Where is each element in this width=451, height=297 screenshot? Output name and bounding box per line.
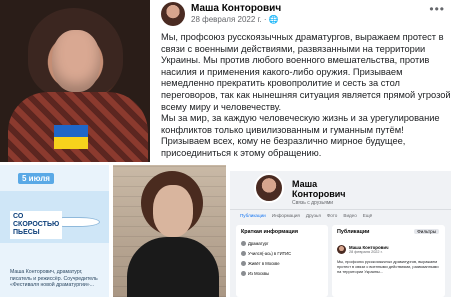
facebook-profile: Маша Конторович Связь с друзьями Публика… xyxy=(230,165,451,297)
post-meta[interactable]: 28 февраля 2022 г. · 🌐 xyxy=(191,15,279,24)
profile-name-line: Маша xyxy=(292,179,318,189)
card-title: СО СКОРОСТЬЮ ПЬЕСЫ xyxy=(10,211,63,239)
tab-videos[interactable]: Видео xyxy=(343,213,356,218)
briefcase-icon xyxy=(241,241,246,246)
ellipsis-icon[interactable]: ••• xyxy=(429,2,445,16)
photo-face xyxy=(52,30,100,92)
post-author[interactable]: Маша Конторович xyxy=(191,3,281,14)
avatar[interactable] xyxy=(161,2,185,26)
posts-title: Публикации xyxy=(337,229,370,235)
education-icon xyxy=(241,251,246,256)
card-title-line: СКОРОСТЬЮ xyxy=(13,221,60,228)
post-body: Мы, профсоюз русскоязычных драматургов, … xyxy=(161,32,451,160)
home-icon xyxy=(241,261,246,266)
flag-yellow-stripe xyxy=(54,137,88,149)
profile-tabs: Публикации Информация Друзья Фото Видео … xyxy=(240,213,372,218)
divider xyxy=(230,209,451,210)
filters-button[interactable]: Фильтры xyxy=(414,229,439,234)
tab-photos[interactable]: Фото xyxy=(327,213,338,218)
event-date-badge: 5 июля xyxy=(18,173,54,184)
rocket-icon xyxy=(58,217,100,227)
intro-title: Краткая информация xyxy=(241,229,298,235)
profile-topbar xyxy=(230,165,451,171)
posts-panel: Публикации Фильтры Маша Конторович 28 фе… xyxy=(332,225,445,297)
intro-row: Драматург xyxy=(241,241,268,246)
post-text: Мы, профсоюз русскоязычных драматургов, … xyxy=(337,259,439,274)
intro-row: Живёт в Москве xyxy=(241,261,280,266)
intro-row: Из Москвы xyxy=(241,271,269,276)
photo-body xyxy=(127,237,219,297)
flag-blue-stripe xyxy=(54,125,88,137)
tab-posts[interactable]: Публикации xyxy=(240,213,266,218)
portrait-photo xyxy=(113,165,226,297)
tab-friends[interactable]: Друзья xyxy=(306,213,321,218)
profile-avatar[interactable] xyxy=(254,173,284,203)
post-date[interactable]: 28 февраля 2022 г. · xyxy=(191,15,269,24)
photo-face xyxy=(153,185,193,237)
tab-info[interactable]: Информация xyxy=(272,213,300,218)
post-paragraph: Мы за мир, за каждую человеческую жизнь … xyxy=(161,113,440,158)
intro-row-text: Живёт в Москве xyxy=(248,261,280,266)
intro-panel: Краткая информация Драматург Учился(-ась… xyxy=(236,225,328,297)
intro-row-text: Драматург xyxy=(248,241,269,246)
intro-row: Учился(-ась) в ГИТИС xyxy=(241,251,291,256)
post-paragraph: Мы, профсоюз русскоязычных драматургов, … xyxy=(161,32,451,112)
profile-name[interactable]: Маша Конторович xyxy=(292,179,346,199)
ukraine-flag-icon xyxy=(54,125,88,149)
event-card[interactable]: 5 июля СО СКОРОСТЬЮ ПЬЕСЫ Маша Конторови… xyxy=(0,165,109,297)
tab-more[interactable]: Ещё xyxy=(363,213,372,218)
intro-row-text: Из Москвы xyxy=(248,271,270,276)
globe-icon: 🌐 xyxy=(268,15,279,24)
facebook-post: Маша Конторович 28 февраля 2022 г. · 🌐 •… xyxy=(155,0,451,165)
location-icon xyxy=(241,271,246,276)
profile-name-line: Конторович xyxy=(292,189,346,199)
intro-row-text: Учился(-ась) в ГИТИС xyxy=(248,251,292,256)
card-title-line: СО xyxy=(13,213,24,220)
card-caption: Маша Конторович, драматург, писатель и р… xyxy=(10,269,98,288)
avatar[interactable] xyxy=(337,245,346,254)
profile-photo-large xyxy=(0,0,150,162)
post-date[interactable]: 28 февраля 2022 г. xyxy=(349,250,383,254)
card-title-line: ПЬЕСЫ xyxy=(13,229,40,236)
profile-friends[interactable]: Связь с друзьями xyxy=(292,200,333,206)
